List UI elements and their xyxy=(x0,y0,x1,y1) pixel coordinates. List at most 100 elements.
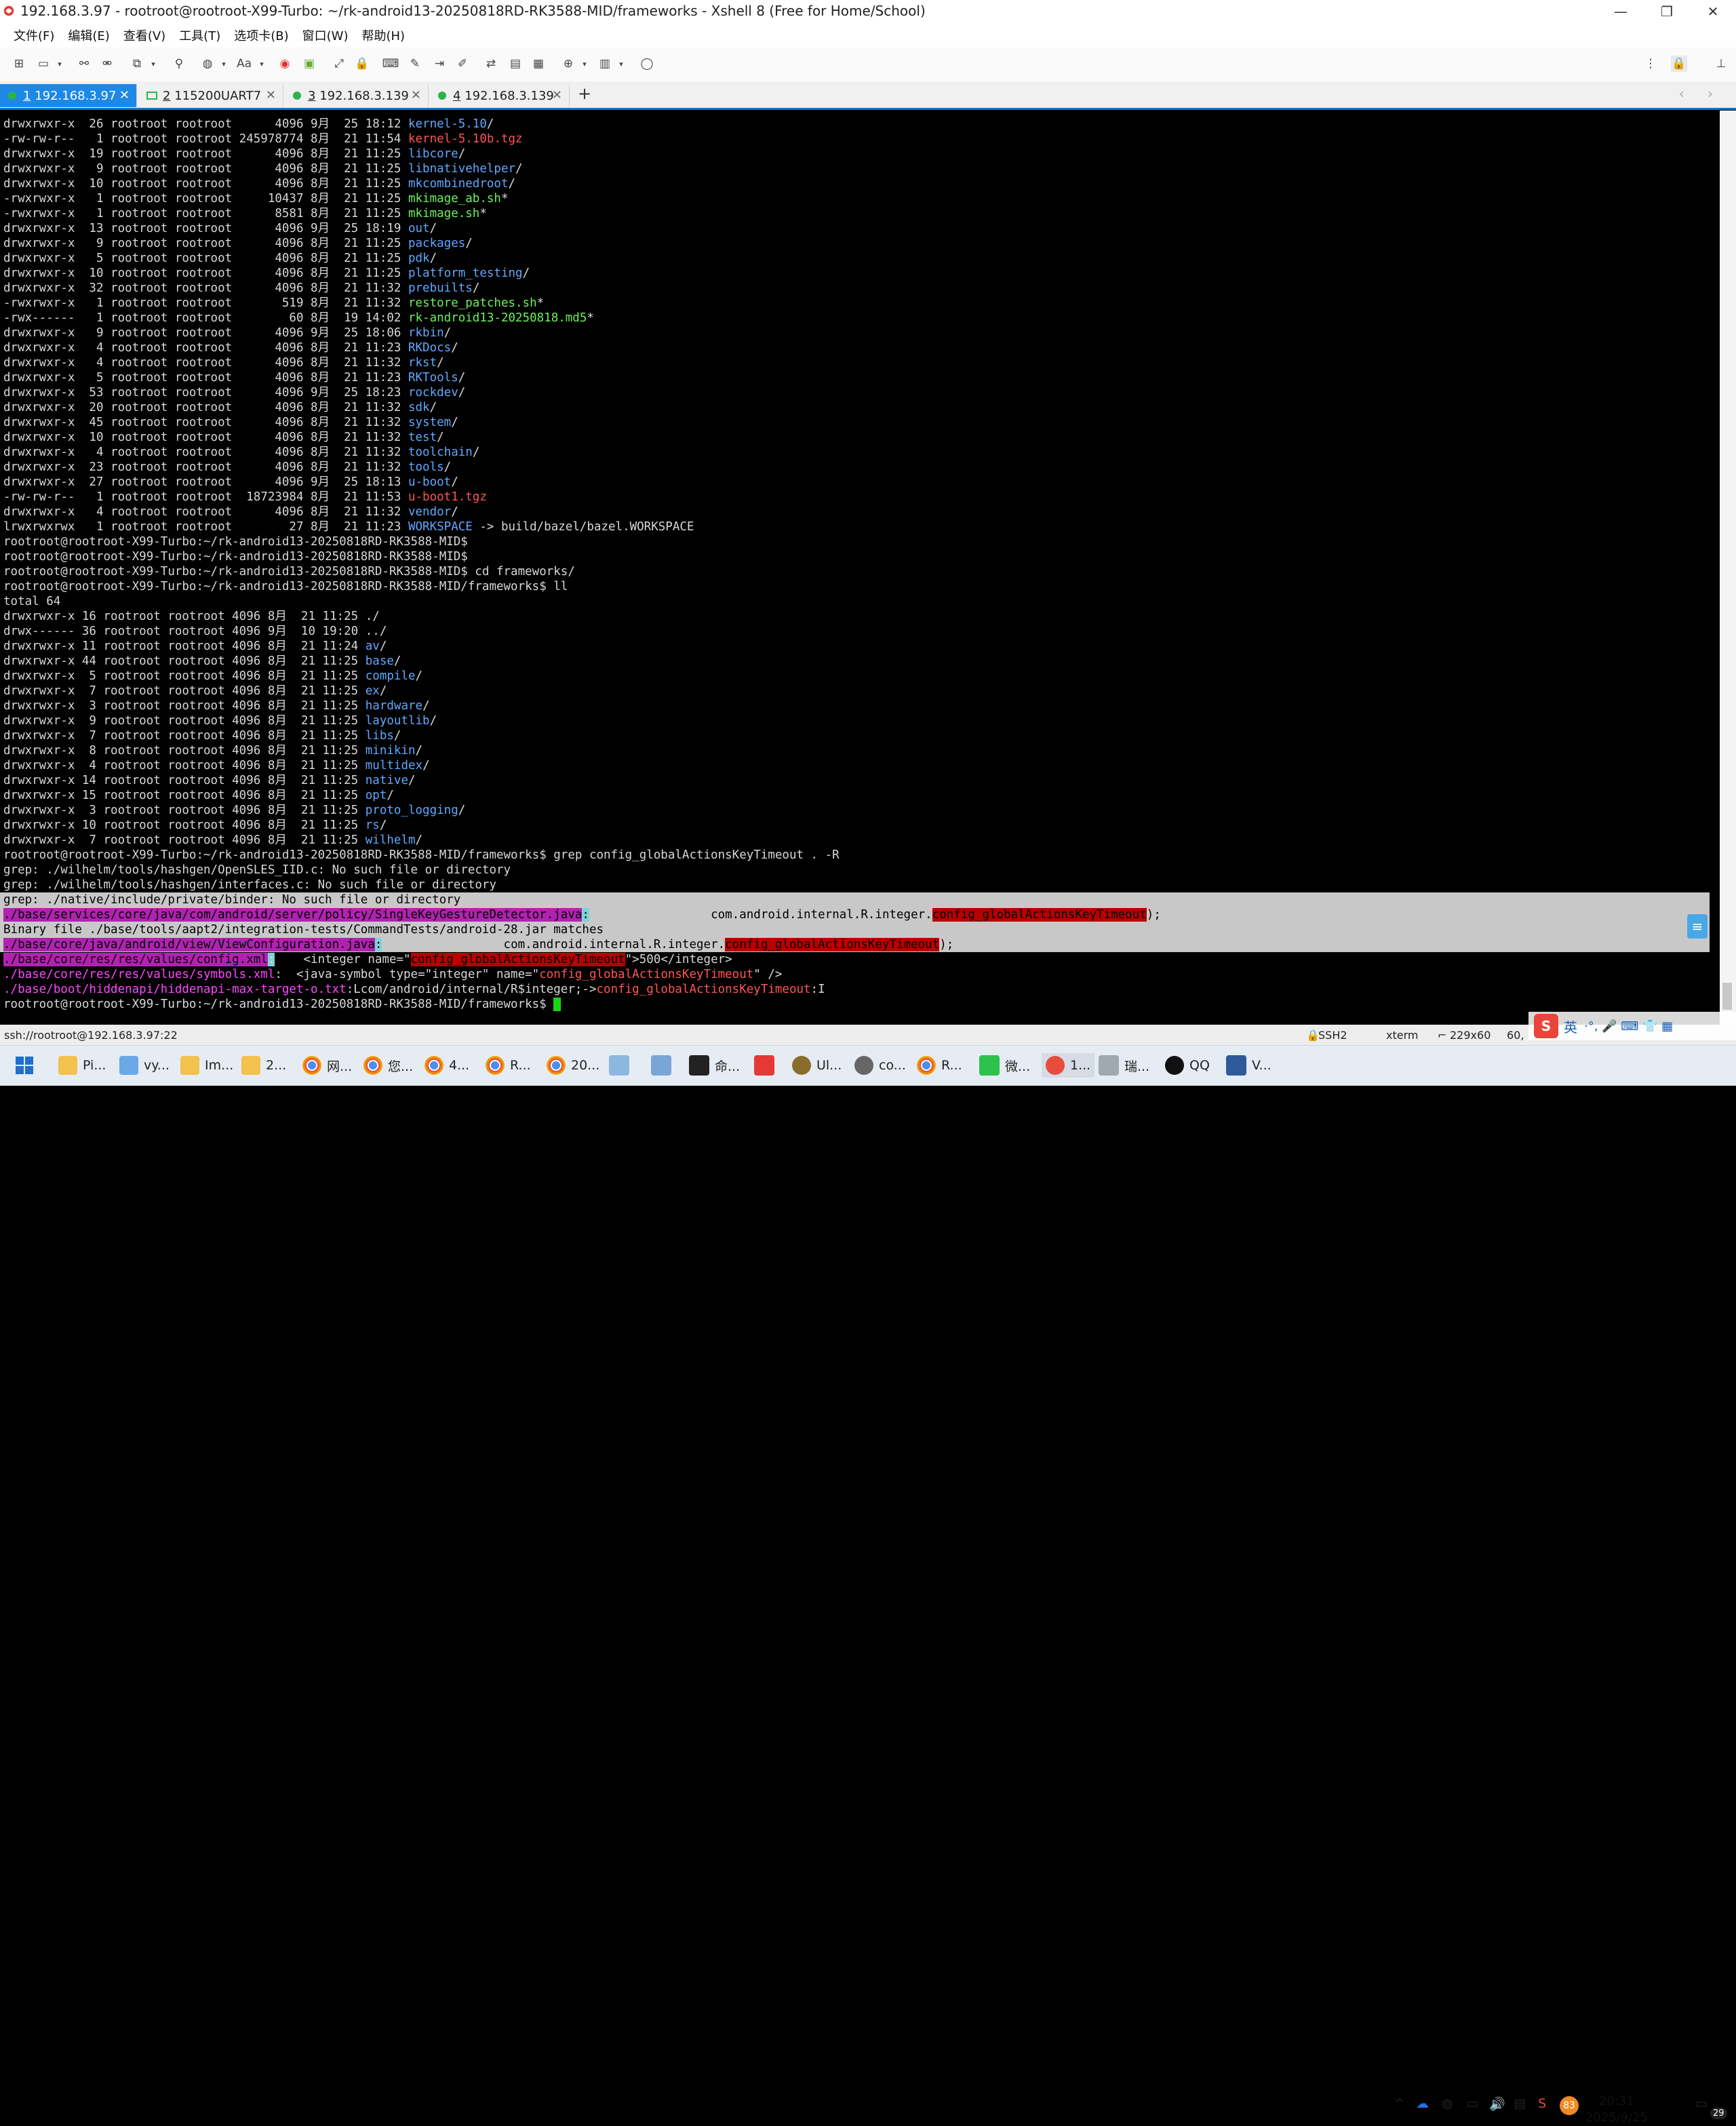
ime-language[interactable]: 英 xyxy=(1564,1017,1577,1036)
keyboard-icon[interactable]: ⌨ xyxy=(382,56,399,72)
terminal-scrollbar[interactable] xyxy=(1720,111,1736,1025)
terminal-text: drwxrwxr-x 26 rootroot rootroot 4096 9月 … xyxy=(3,117,408,131)
taskbar-item[interactable]: 网... xyxy=(302,1053,352,1078)
pin-icon[interactable]: ⊥ xyxy=(1713,56,1729,72)
log-icon[interactable]: ▤ xyxy=(507,56,524,72)
terminal-text: rootroot@rootroot-X99-Turbo:~/rk-android… xyxy=(3,848,840,862)
terminal-output[interactable]: drwxrwxr-x 26 rootroot rootroot 4096 9月 … xyxy=(0,111,1720,1025)
terminal-line: -rwxrwxr-x 1 rootroot rootroot 519 8月 21… xyxy=(3,296,544,311)
taskbar-item[interactable] xyxy=(609,1053,635,1078)
menu-tools[interactable]: 工具(T) xyxy=(179,26,220,44)
taskbar-item[interactable]: Ul... xyxy=(792,1053,842,1078)
close-icon[interactable]: ✕ xyxy=(119,88,130,102)
taskbar-item[interactable]: 命... xyxy=(689,1053,740,1078)
tab-session-1[interactable]: 1 192.168.3.97 ✕ xyxy=(0,84,137,107)
taskbar-item[interactable]: R... xyxy=(917,1053,962,1078)
volume-icon[interactable]: 🔊 xyxy=(1489,2096,1505,2112)
transfer-icon[interactable]: ⇄ xyxy=(483,56,499,72)
menu-help[interactable]: 帮助(H) xyxy=(361,26,405,44)
taskbar-item[interactable]: Pi... xyxy=(58,1053,106,1078)
close-button[interactable]: ✕ xyxy=(1690,0,1736,23)
terminal-text: packages xyxy=(408,237,466,250)
close-icon[interactable]: ✕ xyxy=(552,88,562,102)
pen-icon[interactable]: ✎ xyxy=(407,56,423,72)
close-icon[interactable]: ✕ xyxy=(411,88,421,102)
tab-scroll-arrows[interactable]: ‹ › xyxy=(1679,85,1722,102)
menu-tabs[interactable]: 选项卡(B) xyxy=(234,26,288,44)
ime-tools-icons[interactable]: ·°, 🎤 ⌨ 👕 ▦ xyxy=(1584,1019,1673,1034)
xshell-icon[interactable]: ◉ xyxy=(277,56,293,72)
taskbar-item[interactable]: R... xyxy=(486,1053,531,1078)
fullscreen-icon[interactable]: ⤢ xyxy=(331,56,347,72)
ime-toolbar[interactable]: S 英 ·°, 🎤 ⌨ 👕 ▦ xyxy=(1528,1012,1736,1040)
taskbar-item[interactable]: 20... xyxy=(547,1053,599,1078)
scrollbar-thumb[interactable] xyxy=(1722,983,1732,1010)
tab-session-3[interactable]: 3 192.168.3.139 ✕ xyxy=(285,84,429,107)
sogou-icon[interactable]: S xyxy=(1534,1014,1558,1038)
notification-icon[interactable]: ▭ xyxy=(1695,2096,1708,2111)
add-window-icon[interactable]: ⊕ xyxy=(560,56,576,72)
globe-icon[interactable]: ◍ xyxy=(199,56,216,72)
sogou-tray-icon[interactable]: S xyxy=(1538,2096,1546,2111)
menu-view[interactable]: 查看(V) xyxy=(123,26,165,44)
battery-icon[interactable]: ▭ xyxy=(1466,2096,1478,2111)
send-icon[interactable]: ⇥ xyxy=(431,56,448,72)
terminal-text: rockdev xyxy=(408,386,458,399)
taskbar-item[interactable]: 4... xyxy=(425,1053,469,1078)
battery-level-badge[interactable]: 83 xyxy=(1560,2096,1579,2115)
layout-icon[interactable]: ▥ xyxy=(597,56,613,72)
taskbar-item[interactable]: V... xyxy=(1226,1053,1271,1078)
menu-edit[interactable]: 编辑(E) xyxy=(68,26,109,44)
lock-session-icon[interactable]: 🔒 xyxy=(1671,56,1687,72)
taskbar-item[interactable]: vy... xyxy=(119,1053,170,1078)
taskbar-item-active[interactable]: 1... xyxy=(1042,1053,1095,1078)
terminal-text: com.android.internal.R.integer. xyxy=(382,938,726,951)
new-tab-icon[interactable]: ⧉ xyxy=(129,56,145,72)
close-icon[interactable]: ✕ xyxy=(266,88,276,102)
new-session-icon[interactable]: ⊞ xyxy=(11,56,27,72)
chrome-icon xyxy=(363,1056,382,1075)
search-icon[interactable]: ⚲ xyxy=(171,56,187,72)
cloud-icon[interactable]: ☁ xyxy=(1416,2096,1429,2111)
reconnect-icon[interactable]: ⚯ xyxy=(76,56,92,72)
dropdown-arrow-icon[interactable]: ▾ xyxy=(56,56,64,72)
start-button[interactable] xyxy=(15,1053,34,1078)
taskbar-item[interactable]: 微... xyxy=(979,1053,1030,1078)
disconnect-icon[interactable]: ⚮ xyxy=(99,56,115,72)
minimize-button[interactable]: — xyxy=(1598,0,1644,23)
taskbar-item[interactable]: co... xyxy=(854,1053,906,1078)
xftp-icon[interactable]: ▣ xyxy=(301,56,317,72)
taskbar-item[interactable] xyxy=(754,1053,780,1078)
network-icon[interactable]: ◍ xyxy=(1442,2096,1453,2111)
terminal-line: -rw-rw-r-- 1 rootroot rootroot 245978774… xyxy=(3,132,523,146)
dropdown-arrow-icon[interactable]: ▾ xyxy=(580,56,589,72)
menu-file[interactable]: 文件(F) xyxy=(14,26,54,44)
dropdown-arrow-icon[interactable]: ▾ xyxy=(149,56,157,72)
tab-session-4[interactable]: 4 192.168.3.139 ✕ xyxy=(430,84,570,107)
side-panel-toggle-icon[interactable]: ≡ xyxy=(1687,914,1708,939)
taskbar-item[interactable]: 瑞... xyxy=(1099,1053,1149,1078)
maximize-button[interactable]: ❐ xyxy=(1644,0,1690,23)
more-options-icon[interactable]: ⋮ xyxy=(1642,56,1659,72)
dropdown-arrow-icon[interactable]: ▾ xyxy=(220,56,228,72)
compose-icon[interactable]: ▦ xyxy=(530,56,547,72)
clock[interactable]: 20:31 2025/9/25 xyxy=(1584,2093,1649,2126)
taskbar-item[interactable]: 您... xyxy=(363,1053,413,1078)
font-icon[interactable]: Aa xyxy=(236,56,252,72)
chat-icon[interactable]: ◯ xyxy=(639,56,655,72)
app-tray-icon[interactable]: ▤ xyxy=(1514,2096,1526,2111)
dropdown-arrow-icon[interactable]: ▾ xyxy=(617,56,625,72)
menu-window[interactable]: 窗口(W) xyxy=(302,26,349,44)
tab-session-2[interactable]: 2 115200UART7 ✕ xyxy=(138,84,283,107)
lock-icon[interactable]: 🔒 xyxy=(354,56,370,72)
add-tab-button[interactable]: + xyxy=(578,84,591,103)
taskbar-item[interactable]: Im... xyxy=(180,1053,233,1078)
script-icon[interactable]: ✐ xyxy=(454,56,471,72)
taskbar-item[interactable]: QQ xyxy=(1165,1053,1210,1078)
dropdown-arrow-icon[interactable]: ▾ xyxy=(258,56,266,72)
tray-expand-icon[interactable]: ^ xyxy=(1394,2096,1405,2111)
taskbar-item[interactable]: 2... xyxy=(241,1053,286,1078)
taskbar-item[interactable] xyxy=(651,1053,677,1078)
clock-date: 2025/9/25 xyxy=(1585,2110,1649,2125)
open-folder-icon[interactable]: ▭ xyxy=(35,56,52,72)
